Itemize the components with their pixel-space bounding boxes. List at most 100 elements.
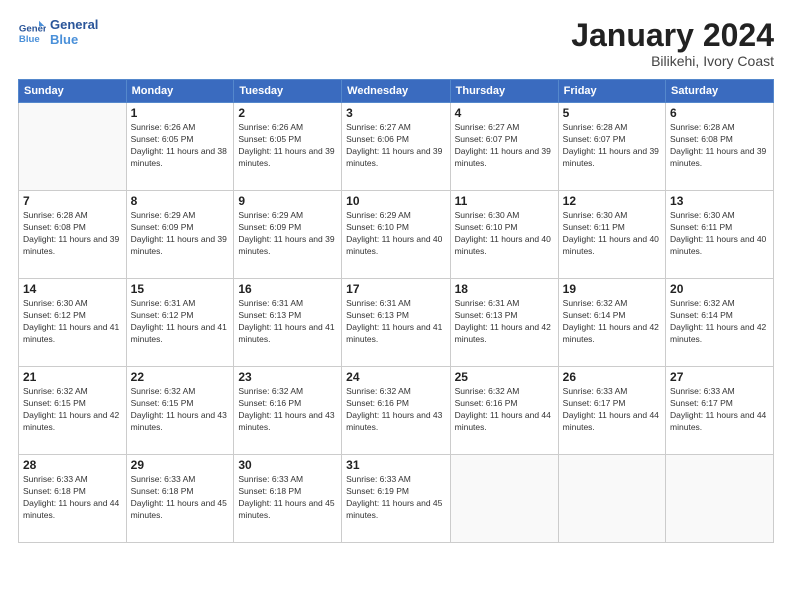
day-number: 25	[455, 370, 554, 384]
week-row-4: 21 Sunrise: 6:32 AMSunset: 6:15 PMDayligh…	[19, 367, 774, 455]
day-info: Sunrise: 6:31 AMSunset: 6:13 PMDaylight:…	[238, 298, 337, 346]
logo-general: General	[50, 18, 98, 33]
day-cell: 2Sunrise: 6:26 AMSunset: 6:05 PMDaylight…	[234, 103, 342, 191]
day-cell: 3 Sunrise: 6:27 AMSunset: 6:06 PMDaylight…	[342, 103, 450, 191]
day-number: 3	[346, 106, 445, 120]
day-info: Sunrise: 6:32 AMSunset: 6:15 PMDaylight:…	[23, 386, 122, 434]
day-info: Sunrise: 6:26 AMSunset: 6:05 PMDaylight:…	[238, 122, 337, 170]
svg-text:Blue: Blue	[19, 34, 40, 45]
day-info: Sunrise: 6:31 AMSunset: 6:13 PMDaylight:…	[455, 298, 554, 346]
day-cell: 5 Sunrise: 6:28 AMSunset: 6:07 PMDaylight…	[558, 103, 665, 191]
day-number: 22	[131, 370, 230, 384]
day-number: 14	[23, 282, 122, 296]
day-cell: 25 Sunrise: 6:32 AMSunset: 6:16 PMDayligh…	[450, 367, 558, 455]
location: Bilikehi, Ivory Coast	[571, 53, 774, 69]
day-number: 10	[346, 194, 445, 208]
day-number: 19	[563, 282, 661, 296]
day-cell	[666, 455, 774, 543]
day-info: Sunrise: 6:31 AMSunset: 6:12 PMDaylight:…	[131, 298, 230, 346]
day-info: Sunrise: 6:27 AMSunset: 6:06 PMDaylight:…	[346, 122, 445, 170]
day-cell: 12Sunrise: 6:30 AMSunset: 6:11 PMDayligh…	[558, 191, 665, 279]
day-cell: 16 Sunrise: 6:31 AMSunset: 6:13 PMDayligh…	[234, 279, 342, 367]
day-number: 20	[670, 282, 769, 296]
day-cell: 8 Sunrise: 6:29 AMSunset: 6:09 PMDaylight…	[126, 191, 234, 279]
day-cell: 19 Sunrise: 6:32 AMSunset: 6:14 PMDayligh…	[558, 279, 665, 367]
day-cell: 13Sunrise: 6:30 AMSunset: 6:11 PMDayligh…	[666, 191, 774, 279]
day-cell: 9 Sunrise: 6:29 AMSunset: 6:09 PMDaylight…	[234, 191, 342, 279]
day-number: 18	[455, 282, 554, 296]
weekday-saturday: Saturday	[666, 80, 774, 103]
page: General Blue General Blue January 2024 B…	[0, 0, 792, 612]
day-number: 16	[238, 282, 337, 296]
month-title: January 2024	[571, 18, 774, 53]
day-number: 4	[455, 106, 554, 120]
day-info: Sunrise: 6:33 AMSunset: 6:18 PMDaylight:…	[131, 474, 230, 522]
day-info: Sunrise: 6:33 AMSunset: 6:18 PMDaylight:…	[238, 474, 337, 522]
day-cell: 15 Sunrise: 6:31 AMSunset: 6:12 PMDayligh…	[126, 279, 234, 367]
day-number: 27	[670, 370, 769, 384]
day-info: Sunrise: 6:30 AMSunset: 6:11 PMDaylight:…	[670, 210, 769, 258]
header: General Blue General Blue January 2024 B…	[18, 18, 774, 69]
day-info: Sunrise: 6:29 AMSunset: 6:10 PMDaylight:…	[346, 210, 445, 258]
day-number: 21	[23, 370, 122, 384]
day-info: Sunrise: 6:33 AMSunset: 6:17 PMDaylight:…	[563, 386, 661, 434]
day-cell: 22 Sunrise: 6:32 AMSunset: 6:15 PMDayligh…	[126, 367, 234, 455]
day-info: Sunrise: 6:33 AMSunset: 6:17 PMDaylight:…	[670, 386, 769, 434]
day-cell	[19, 103, 127, 191]
day-cell: 27 Sunrise: 6:33 AMSunset: 6:17 PMDayligh…	[666, 367, 774, 455]
day-cell: 7Sunrise: 6:28 AMSunset: 6:08 PMDaylight…	[19, 191, 127, 279]
week-row-2: 7Sunrise: 6:28 AMSunset: 6:08 PMDaylight…	[19, 191, 774, 279]
day-info: Sunrise: 6:32 AMSunset: 6:14 PMDaylight:…	[670, 298, 769, 346]
day-cell: 28Sunrise: 6:33 AMSunset: 6:18 PMDayligh…	[19, 455, 127, 543]
day-cell: 6Sunrise: 6:28 AMSunset: 6:08 PMDaylight…	[666, 103, 774, 191]
weekday-header-row: SundayMondayTuesdayWednesdayThursdayFrid…	[19, 80, 774, 103]
weekday-friday: Friday	[558, 80, 665, 103]
day-cell: 29Sunrise: 6:33 AMSunset: 6:18 PMDayligh…	[126, 455, 234, 543]
day-cell: 4 Sunrise: 6:27 AMSunset: 6:07 PMDaylight…	[450, 103, 558, 191]
day-number: 26	[563, 370, 661, 384]
day-cell	[558, 455, 665, 543]
day-cell: 30 Sunrise: 6:33 AMSunset: 6:18 PMDayligh…	[234, 455, 342, 543]
day-number: 15	[131, 282, 230, 296]
weekday-tuesday: Tuesday	[234, 80, 342, 103]
day-number: 11	[455, 194, 554, 208]
day-info: Sunrise: 6:33 AMSunset: 6:18 PMDaylight:…	[23, 474, 122, 522]
title-block: January 2024 Bilikehi, Ivory Coast	[571, 18, 774, 69]
day-info: Sunrise: 6:32 AMSunset: 6:16 PMDaylight:…	[455, 386, 554, 434]
day-info: Sunrise: 6:30 AMSunset: 6:12 PMDaylight:…	[23, 298, 122, 346]
day-info: Sunrise: 6:33 AMSunset: 6:19 PMDaylight:…	[346, 474, 445, 522]
day-number: 5	[563, 106, 661, 120]
day-cell: 10 Sunrise: 6:29 AMSunset: 6:10 PMDayligh…	[342, 191, 450, 279]
day-cell: 1Sunrise: 6:26 AMSunset: 6:05 PMDaylight…	[126, 103, 234, 191]
day-cell	[450, 455, 558, 543]
day-cell: 20 Sunrise: 6:32 AMSunset: 6:14 PMDayligh…	[666, 279, 774, 367]
logo-icon: General Blue	[18, 19, 46, 47]
day-number: 7	[23, 194, 122, 208]
week-row-5: 28Sunrise: 6:33 AMSunset: 6:18 PMDayligh…	[19, 455, 774, 543]
day-cell: 21 Sunrise: 6:32 AMSunset: 6:15 PMDayligh…	[19, 367, 127, 455]
day-info: Sunrise: 6:32 AMSunset: 6:15 PMDaylight:…	[131, 386, 230, 434]
day-number: 30	[238, 458, 337, 472]
weekday-thursday: Thursday	[450, 80, 558, 103]
day-info: Sunrise: 6:28 AMSunset: 6:07 PMDaylight:…	[563, 122, 661, 170]
day-cell: 26 Sunrise: 6:33 AMSunset: 6:17 PMDayligh…	[558, 367, 665, 455]
day-number: 23	[238, 370, 337, 384]
day-info: Sunrise: 6:32 AMSunset: 6:14 PMDaylight:…	[563, 298, 661, 346]
day-info: Sunrise: 6:29 AMSunset: 6:09 PMDaylight:…	[238, 210, 337, 258]
day-cell: 14 Sunrise: 6:30 AMSunset: 6:12 PMDayligh…	[19, 279, 127, 367]
day-info: Sunrise: 6:29 AMSunset: 6:09 PMDaylight:…	[131, 210, 230, 258]
day-info: Sunrise: 6:27 AMSunset: 6:07 PMDaylight:…	[455, 122, 554, 170]
day-number: 9	[238, 194, 337, 208]
day-cell: 17 Sunrise: 6:31 AMSunset: 6:13 PMDayligh…	[342, 279, 450, 367]
logo: General Blue General Blue	[18, 18, 98, 48]
day-info: Sunrise: 6:31 AMSunset: 6:13 PMDaylight:…	[346, 298, 445, 346]
day-number: 17	[346, 282, 445, 296]
day-number: 12	[563, 194, 661, 208]
day-cell: 18 Sunrise: 6:31 AMSunset: 6:13 PMDayligh…	[450, 279, 558, 367]
weekday-sunday: Sunday	[19, 80, 127, 103]
day-info: Sunrise: 6:32 AMSunset: 6:16 PMDaylight:…	[346, 386, 445, 434]
week-row-3: 14 Sunrise: 6:30 AMSunset: 6:12 PMDayligh…	[19, 279, 774, 367]
day-number: 6	[670, 106, 769, 120]
day-number: 8	[131, 194, 230, 208]
day-cell: 11Sunrise: 6:30 AMSunset: 6:10 PMDayligh…	[450, 191, 558, 279]
